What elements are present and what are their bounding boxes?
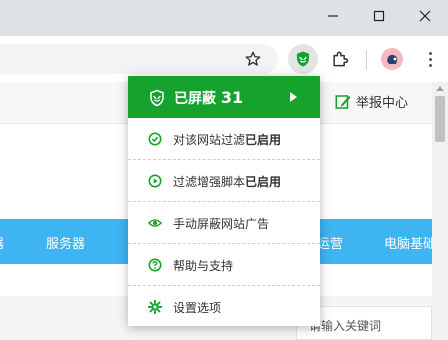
toolbar-divider <box>366 50 367 70</box>
popup-title: 已屏蔽 31 <box>174 88 244 107</box>
edit-icon <box>335 94 351 109</box>
menu-item-site-filter[interactable]: 对该网站过滤已启用 <box>128 118 320 160</box>
blocked-count: 31 <box>220 88 244 107</box>
address-bar[interactable] <box>0 44 278 74</box>
scrollbar[interactable] <box>432 82 448 340</box>
shield-icon <box>150 89 164 107</box>
minimize-button[interactable] <box>310 0 356 32</box>
adblock-extension-button[interactable] <box>288 44 318 74</box>
shield-icon <box>297 51 309 67</box>
close-button[interactable] <box>402 0 448 32</box>
more-icon[interactable] <box>420 48 440 70</box>
minimize-icon <box>328 15 338 17</box>
puzzle-icon[interactable] <box>330 49 350 69</box>
adblock-popup: 已屏蔽 31 对该网站过滤已启用 过滤增强脚本已启用 手动屏蔽网站广告 帮助与支… <box>128 76 320 326</box>
menu-item-label: 手动屏蔽网站广告 <box>173 217 270 231</box>
maximize-icon <box>373 10 385 22</box>
nav-item-pc-basics[interactable]: 电脑基础 <box>384 233 436 252</box>
popup-header[interactable]: 已屏蔽 31 <box>128 76 320 118</box>
scroll-up-arrow-icon[interactable] <box>436 86 444 91</box>
nav-item-server[interactable]: 服务器 <box>46 233 85 252</box>
menu-item-manual-block[interactable]: 手动屏蔽网站广告 <box>128 202 320 244</box>
menu-item-label: 设置选项 <box>173 301 222 315</box>
menu-item-settings[interactable]: 设置选项 <box>128 286 320 326</box>
scrollbar-thumb[interactable] <box>435 96 445 142</box>
chevron-right-icon <box>290 92 297 102</box>
profile-icon <box>381 48 403 70</box>
menu-item-label: 对该网站过滤已启用 <box>173 133 282 147</box>
nav-item-partial[interactable]: 器 <box>0 233 4 252</box>
menu-item-label: 帮助与支持 <box>173 259 234 273</box>
gear-icon <box>148 300 162 314</box>
star-icon[interactable] <box>244 50 262 68</box>
help-circle-icon <box>148 258 162 272</box>
play-circle-icon <box>148 174 162 188</box>
close-icon <box>419 10 431 22</box>
nav-item-operations[interactable]: 运营 <box>317 233 343 252</box>
report-center-link[interactable]: 举报中心 <box>334 92 408 111</box>
menu-item-enhanced-script[interactable]: 过滤增强脚本已启用 <box>128 160 320 202</box>
report-center-label: 举报中心 <box>356 96 409 111</box>
maximize-button[interactable] <box>356 0 402 32</box>
avatar[interactable] <box>381 48 403 70</box>
check-circle-icon <box>148 132 162 146</box>
title-bar <box>0 0 448 36</box>
menu-item-help[interactable]: 帮助与支持 <box>128 244 320 286</box>
menu-item-label: 过滤增强脚本已启用 <box>173 175 282 189</box>
eye-icon <box>148 219 162 227</box>
